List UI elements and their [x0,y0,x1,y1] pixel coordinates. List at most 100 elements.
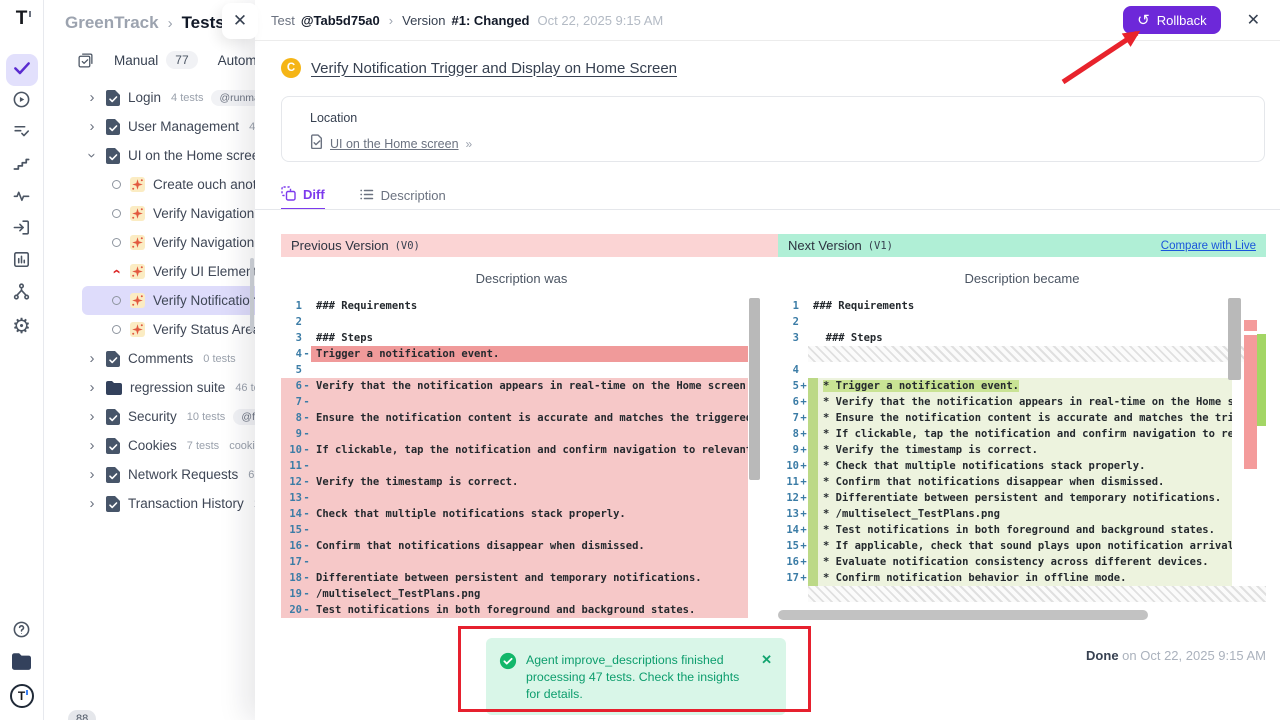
rail-tests-button[interactable] [6,54,38,86]
location-label: Location [310,111,1236,125]
line-marker: - [302,490,311,506]
line-marker: - [302,586,311,602]
chevron-right-icon[interactable]: › [86,350,98,367]
next-version-header: Next Version (V1) Compare with Live [778,234,1266,257]
diff-line: 13+* /multiselect_TestPlans.png [778,506,1266,522]
tab-manual[interactable]: Manual 77 [114,51,198,69]
diff-line: 11+* Confirm that notifications disappea… [778,474,1266,490]
diff-line: 9- [281,426,748,442]
line-number: 14 [281,506,302,522]
agent-toast: Agent improve_descriptions finished proc… [486,638,786,715]
right-scrollbar-thumb[interactable] [1228,298,1241,380]
breadcrumb-app[interactable]: GreenTrack [65,13,159,33]
tab-diff[interactable]: Diff [281,181,325,210]
chevron-right-icon[interactable]: › [86,118,98,135]
left-scrollbar-thumb[interactable] [749,298,760,480]
tree-item-label: Transaction History [128,496,244,511]
header-separator-icon: › [386,13,396,28]
overview-ruler-added-mark [1257,334,1266,426]
test-title-link[interactable]: Verify Notification Trigger and Display … [311,60,677,77]
diff-line: 13- [281,490,748,506]
footer-timestamp: on Oct 22, 2025 9:15 AM [1122,648,1266,663]
line-marker: - [302,554,311,570]
compare-with-live-link[interactable]: Compare with Live [1161,240,1256,252]
rail-steps-button[interactable] [6,150,38,182]
line-marker [799,330,808,346]
line-text: ### Steps [311,330,748,346]
chevron-right-icon[interactable]: › [86,379,98,396]
breadcrumb-page[interactable]: Tests [182,13,225,33]
rollback-button[interactable]: ↺ Rollback [1123,6,1220,34]
rail-signin-button[interactable] [6,214,38,246]
line-marker: + [799,506,808,522]
radio-status-icon[interactable] [112,325,121,334]
bullet-list-icon [359,187,374,205]
line-text: If clickable, tap the notification and c… [311,442,748,458]
rail-checklist-button[interactable] [6,118,38,150]
diff-line: 7- [281,394,748,410]
radio-status-icon[interactable] [112,238,121,247]
line-marker [799,298,808,314]
line-marker: + [799,474,808,490]
rail-branch-button[interactable] [6,278,38,310]
line-text [311,314,748,330]
line-text: * Evaluate notification consistency acro… [818,554,1232,570]
line-number: 3 [778,330,799,346]
chevron-up-icon[interactable]: › [108,266,125,278]
line-number: 13 [281,490,302,506]
diff-left-lines: 1### Requirements23### Steps4-Trigger a … [281,298,762,618]
header-entity-label: Test [271,13,295,28]
line-text: Test notifications in both foreground an… [311,602,748,618]
chevron-right-icon[interactable]: › [86,408,98,425]
radio-status-icon[interactable] [112,296,121,305]
diff-line: 14-Check that multiple notifications sta… [281,506,748,522]
drawer-close-icon[interactable]: ✕ [1247,10,1260,30]
radio-status-icon[interactable] [112,180,121,189]
ai-sparkle-icon [130,206,145,221]
line-text: * If clickable, tap the notification and… [818,426,1232,442]
tab-description[interactable]: Description [359,181,446,210]
chevron-right-icon[interactable]: › [86,466,98,483]
diff-line: 8+* If clickable, tap the notification a… [778,426,1266,442]
diff-line: 2 [281,314,748,330]
chevron-right-icon[interactable]: › [86,495,98,512]
horizontal-scrollbar-thumb[interactable] [778,610,1148,620]
manual-count-badge: 77 [166,51,197,69]
header-test-id[interactable]: @Tab5d75a0 [301,13,380,28]
chevron-right-icon[interactable]: › [86,437,98,454]
chevron-right-icon[interactable]: › [86,89,98,106]
chevron-down-icon[interactable]: › [84,150,101,162]
rail-account-button[interactable]: T [6,680,38,712]
radio-status-icon[interactable] [112,209,121,218]
diff-collapsed-region [778,346,1266,362]
line-text: * Check that multiple notifications stac… [818,458,1232,474]
tree-item-meta: 0 tests [203,353,235,365]
line-text: Differentiate between persistent and tem… [311,570,748,586]
line-number: 5 [281,362,302,378]
drawer-close-tab-button[interactable]: ✕ [222,3,258,39]
line-number: 2 [281,314,302,330]
line-marker [799,362,808,378]
toast-message: Agent improve_descriptions finished proc… [526,652,750,703]
tree-scrollbar-thumb[interactable] [250,258,254,332]
line-text: Confirm that notifications disappear whe… [311,538,748,554]
toast-close-icon[interactable]: ✕ [759,652,774,668]
header-version-label: Version [402,13,445,28]
line-text [808,362,1266,378]
rail-files-button[interactable] [6,648,38,680]
line-text [311,458,748,474]
file-check-icon [106,467,120,483]
rail-reports-button[interactable] [6,246,38,278]
line-marker: + [799,378,808,394]
rail-activity-button[interactable] [6,182,38,214]
location-link[interactable]: UI on the Home screen [330,137,459,151]
version-drawer: ✕ Test @Tab5d75a0 › Version #1: Changed … [255,0,1280,720]
line-number: 7 [281,394,302,410]
drawer-footer: Done on Oct 22, 2025 9:15 AM [1086,648,1266,663]
diff-line: 4-Trigger a notification event. [281,346,748,362]
rail-runs-button[interactable] [6,86,38,118]
clipboard-check-icon [77,52,94,69]
rail-help-button[interactable] [6,616,38,648]
test-title-row: C Verify Notification Trigger and Displa… [281,58,677,78]
rail-settings-button[interactable]: ⚙ [6,310,38,342]
